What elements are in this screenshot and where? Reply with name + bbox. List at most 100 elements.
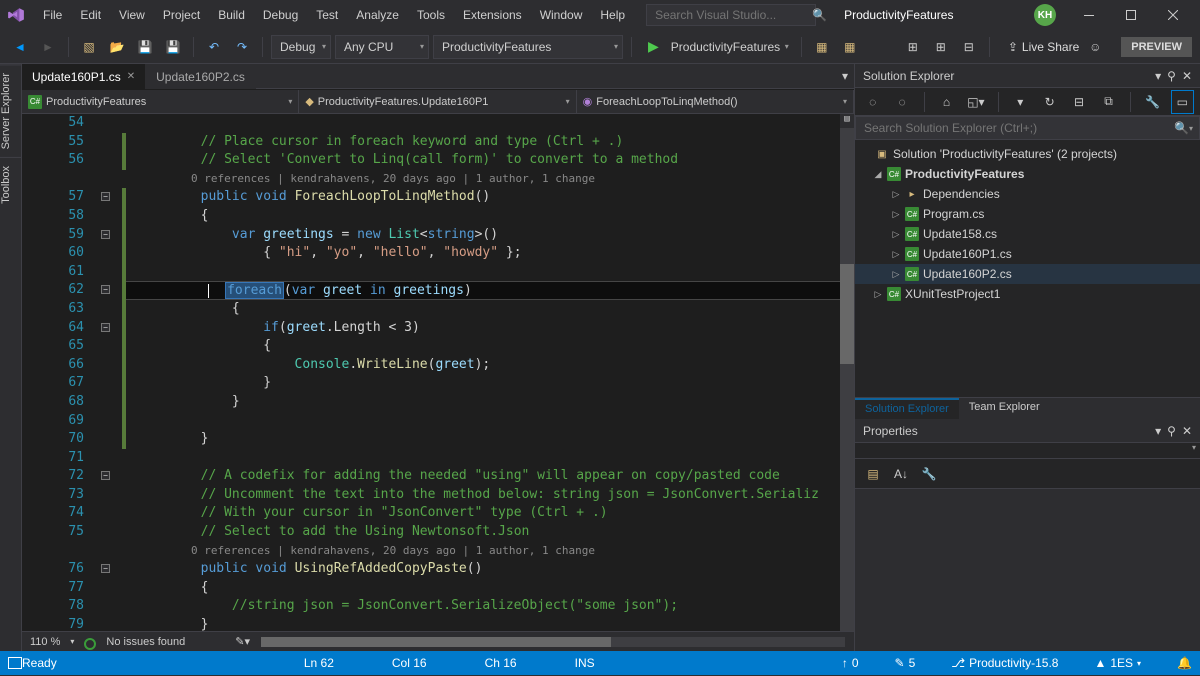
tree-item[interactable]: ▷C#Update158.cs [855,224,1200,244]
tabs-overflow-icon[interactable]: ▾ [842,69,848,83]
menu-tools[interactable]: Tools [408,4,454,26]
tool-icon-3[interactable]: ⊞ [901,35,925,59]
code-line[interactable]: foreach(var greet in greetings) [126,281,854,300]
se-back-icon[interactable]: ◌ [861,90,884,114]
code-line[interactable]: { [126,207,854,226]
notifications-icon[interactable]: 🔔 [1177,656,1192,670]
nav-fwd-button[interactable]: ► [36,35,60,59]
code-line[interactable]: if(greet.Length < 3) [126,319,854,338]
save-icon[interactable]: 💾 [133,35,157,59]
fold-toggle[interactable]: − [101,471,110,480]
props-az-icon[interactable]: A↓ [889,462,913,486]
nav-scope-type[interactable]: ◆ProductivityFeatures.Update160P1 [299,90,576,113]
maximize-button[interactable] [1110,0,1152,30]
code-line[interactable]: { [126,300,854,319]
panel-pin-icon[interactable]: ⚲ [1167,69,1176,83]
vertical-scrollbar[interactable]: ▤ [840,114,854,631]
solution-explorer-search-input[interactable] [862,120,1174,136]
sb-line[interactable]: Ln 62 [304,656,334,670]
tree-item[interactable]: ▷▸Dependencies [855,184,1200,204]
props-pin-icon[interactable]: ⚲ [1167,424,1176,438]
tool-icon-1[interactable]: ▦ [810,35,834,59]
horizontal-scrollbar[interactable] [260,636,846,648]
fold-toggle[interactable]: − [101,230,110,239]
search-input[interactable] [653,7,812,23]
code-line[interactable] [126,114,854,133]
fold-toggle[interactable]: − [101,564,110,573]
scrollbar-thumb[interactable] [840,264,854,364]
se-home-icon[interactable]: ⌂ [935,90,958,114]
code-line[interactable]: // Select 'Convert to Linq(call form)' t… [126,151,854,170]
se-preview-icon[interactable]: ▭ [1171,90,1194,114]
se-refresh-icon[interactable]: ↻ [1038,90,1061,114]
split-icon[interactable]: ▤ [840,114,854,128]
se-sync-icon[interactable]: ◱▾ [964,90,987,114]
props-combo-icon[interactable]: ▾ [1192,443,1196,458]
menu-build[interactable]: Build [209,4,254,26]
file-tab[interactable]: Update160P1.cs✕ [22,64,146,89]
se-properties-icon[interactable]: 🔧 [1141,90,1164,114]
code-line[interactable]: // Select to add the Using Newtonsoft.Js… [126,523,854,542]
tool-icon-2[interactable]: ▦ [838,35,862,59]
nav-scope-member[interactable]: ◉ForeachLoopToLinqMethod() [577,90,854,113]
code-line[interactable]: { [126,579,854,598]
fold-toggle[interactable]: − [101,192,110,201]
minimize-button[interactable] [1068,0,1110,30]
props-wrench-icon[interactable]: 🔧 [917,462,941,486]
startup-dropdown[interactable]: ProductivityFeatures [433,35,623,59]
code-line[interactable] [126,263,854,282]
file-tab[interactable]: Update160P2.cs [146,64,256,89]
start-debug-icon[interactable]: ▶ [648,38,659,55]
code-line[interactable]: public void ForeachLoopToLinqMethod() [126,188,854,207]
code-body[interactable]: // Place cursor in foreach keyword and t… [126,114,854,631]
menu-extensions[interactable]: Extensions [454,4,531,26]
live-share-button[interactable]: ⇪ Live Share [1008,40,1079,54]
solution-explorer-search[interactable]: 🔍▾ [855,116,1200,140]
left-tab-server-explorer[interactable]: Server Explorer [0,64,22,157]
se-collapse-icon[interactable]: ⊟ [1067,90,1090,114]
zoom-level[interactable]: 110 % [30,636,60,648]
menu-test[interactable]: Test [307,4,347,26]
code-line[interactable]: } [126,430,854,449]
code-line[interactable]: Console.WriteLine(greet); [126,356,854,375]
tree-solution-node[interactable]: ▣Solution 'ProductivityFeatures' (2 proj… [855,144,1200,164]
search-box[interactable]: 🔍 [646,4,816,26]
nav-scope-project[interactable]: C#ProductivityFeatures [22,90,299,113]
panel-tab[interactable]: Team Explorer [959,398,1050,419]
config-dropdown[interactable]: Debug [271,35,331,59]
code-editor[interactable]: 54555657−5859−606162−6364−65666768697071… [22,114,854,631]
sb-ins[interactable]: INS [575,656,595,670]
user-avatar[interactable]: KH [1034,4,1056,26]
props-dropdown-icon[interactable]: ▾ [1155,424,1161,438]
code-line[interactable] [126,449,854,468]
solution-tree[interactable]: ▣Solution 'ProductivityFeatures' (2 proj… [855,140,1200,397]
se-fwd-icon[interactable]: ◌ [890,90,913,114]
nav-back-button[interactable]: ◄ [8,35,32,59]
new-project-icon[interactable]: ▧ [77,35,101,59]
menu-view[interactable]: View [110,4,154,26]
undo-icon[interactable]: ↶ [202,35,226,59]
fold-toggle[interactable]: − [101,285,110,294]
code-line[interactable]: // A codefix for adding the needed "usin… [126,467,854,486]
sb-char[interactable]: Ch 16 [485,656,517,670]
code-line[interactable]: var greetings = new List<string>() [126,226,854,245]
properties-grid[interactable] [855,489,1200,651]
sb-app-icon[interactable] [8,657,22,669]
close-icon[interactable]: ✕ [127,71,135,82]
sb-repo[interactable]: ▲1ES▾ [1094,656,1141,670]
save-all-icon[interactable]: 💾 [161,35,185,59]
sb-col[interactable]: Col 16 [392,656,427,670]
panel-tab[interactable]: Solution Explorer [855,398,959,419]
code-line[interactable]: //string json = JsonConvert.SerializeObj… [126,597,854,616]
code-line[interactable]: // With your cursor in "JsonConvert" typ… [126,504,854,523]
tool-icon-4[interactable]: ⊞ [929,35,953,59]
redo-icon[interactable]: ↷ [230,35,254,59]
codelens[interactable]: 0 references | kendrahavens, 20 days ago… [126,542,854,561]
open-icon[interactable]: 📂 [105,35,129,59]
tree-item[interactable]: ▷C#Program.cs [855,204,1200,224]
sb-branch[interactable]: ⎇Productivity-15.8 [951,656,1058,670]
tree-project2-node[interactable]: ▷C#XUnitTestProject1 [855,284,1200,304]
run-target-dropdown[interactable]: ProductivityFeatures [663,35,793,59]
tree-project-node[interactable]: ◢C#ProductivityFeatures [855,164,1200,184]
menu-project[interactable]: Project [154,4,209,26]
